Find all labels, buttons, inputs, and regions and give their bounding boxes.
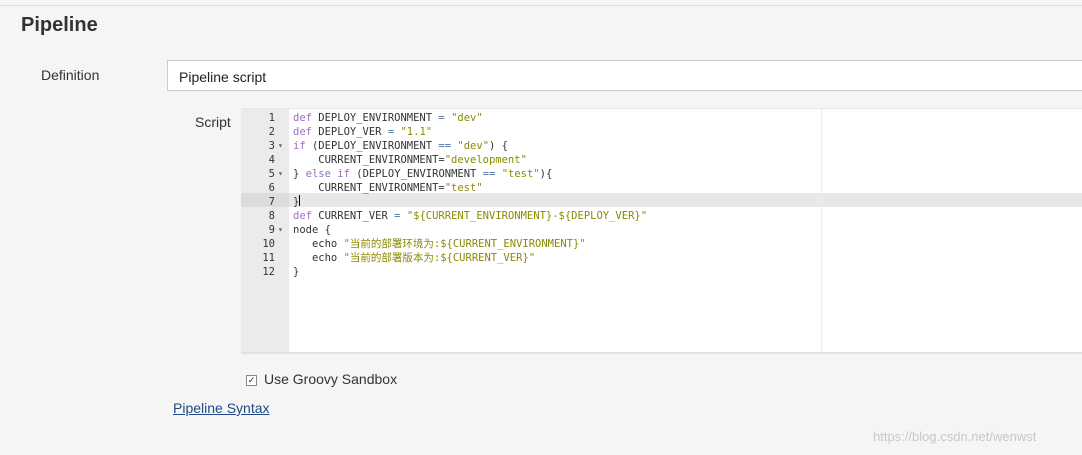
code-line[interactable]: 3 ▾ if (DEPLOY_ENVIRONMENT == "dev") { [241, 139, 1082, 153]
definition-select[interactable]: Pipeline script [167, 60, 1082, 91]
code-text: def CURRENT_VER = "${CURRENT_ENVIRONMENT… [293, 210, 648, 222]
section-title: Pipeline [21, 14, 98, 36]
script-label: Script [195, 114, 231, 130]
code-text: if (DEPLOY_ENVIRONMENT == "dev") { [293, 140, 508, 152]
code-line[interactable]: 12} [241, 265, 1082, 279]
code-text: node { [293, 224, 331, 236]
script-editor[interactable]: 1 def DEPLOY_ENVIRONMENT = "dev" 2 def DEPL… [241, 108, 1082, 354]
line-number: 5 [268, 168, 275, 180]
line-number: 8 [268, 210, 275, 222]
fold-toggle-icon[interactable]: ▾ [278, 223, 283, 237]
code-text: } else if (DEPLOY_ENVIRONMENT == "test")… [293, 168, 553, 180]
line-number: 3 [268, 140, 275, 152]
top-divider [0, 5, 1082, 6]
code-text: echo "当前的部署版本为:${CURRENT_VER}" [293, 252, 536, 264]
code-text: def DEPLOY_ENVIRONMENT = "dev" [293, 112, 483, 124]
code-line[interactable]: 2 def DEPLOY_VER = "1.1" [241, 125, 1082, 139]
code-text: CURRENT_ENVIRONMENT="test" [293, 182, 483, 194]
code-line[interactable]: 8 def CURRENT_VER = "${CURRENT_ENVIRONMEN… [241, 209, 1082, 223]
line-number: 10 [262, 238, 275, 250]
code-text: } [293, 266, 300, 278]
line-number: 7 [268, 196, 275, 208]
definition-selected-value: Pipeline script [179, 69, 267, 85]
code-line[interactable]: 9 ▾ node { [241, 223, 1082, 237]
pipeline-syntax-link[interactable]: Pipeline Syntax [173, 400, 270, 416]
line-number: 1 [268, 112, 275, 124]
line-number: 4 [268, 154, 275, 166]
code-line[interactable]: 6 CURRENT_ENVIRONMENT="test" [241, 181, 1082, 195]
code-line[interactable]: 7} [241, 195, 1082, 209]
code-line[interactable]: 11 echo "当前的部署版本为:${CURRENT_VER}" [241, 251, 1082, 265]
line-number: 12 [262, 266, 275, 278]
code-text: CURRENT_ENVIRONMENT="development" [293, 154, 527, 166]
definition-label: Definition [41, 67, 100, 83]
code-line[interactable]: 4 CURRENT_ENVIRONMENT="development" [241, 153, 1082, 167]
code-line[interactable]: 10 echo "当前的部署环境为:${CURRENT_ENVIRONMENT}… [241, 237, 1082, 251]
text-cursor [299, 195, 300, 206]
line-number: 9 [268, 224, 275, 236]
line-number: 2 [268, 126, 275, 138]
watermark: https://blog.csdn.net/wenwst [873, 429, 1037, 444]
groovy-sandbox-checkbox[interactable]: ✓ [246, 375, 257, 386]
fold-toggle-icon[interactable]: ▾ [278, 139, 283, 153]
code-text: def DEPLOY_VER = "1.1" [293, 126, 433, 138]
code-line[interactable]: 1 def DEPLOY_ENVIRONMENT = "dev" [241, 111, 1082, 125]
line-number: 11 [262, 252, 275, 264]
code-text: echo "当前的部署环境为:${CURRENT_ENVIRONMENT}" [293, 238, 586, 250]
line-number: 6 [268, 182, 275, 194]
fold-toggle-icon[interactable]: ▾ [278, 167, 283, 181]
groovy-sandbox-label[interactable]: Use Groovy Sandbox [264, 371, 397, 387]
code-line[interactable]: 5 ▾ } else if (DEPLOY_ENVIRONMENT == "test… [241, 167, 1082, 181]
